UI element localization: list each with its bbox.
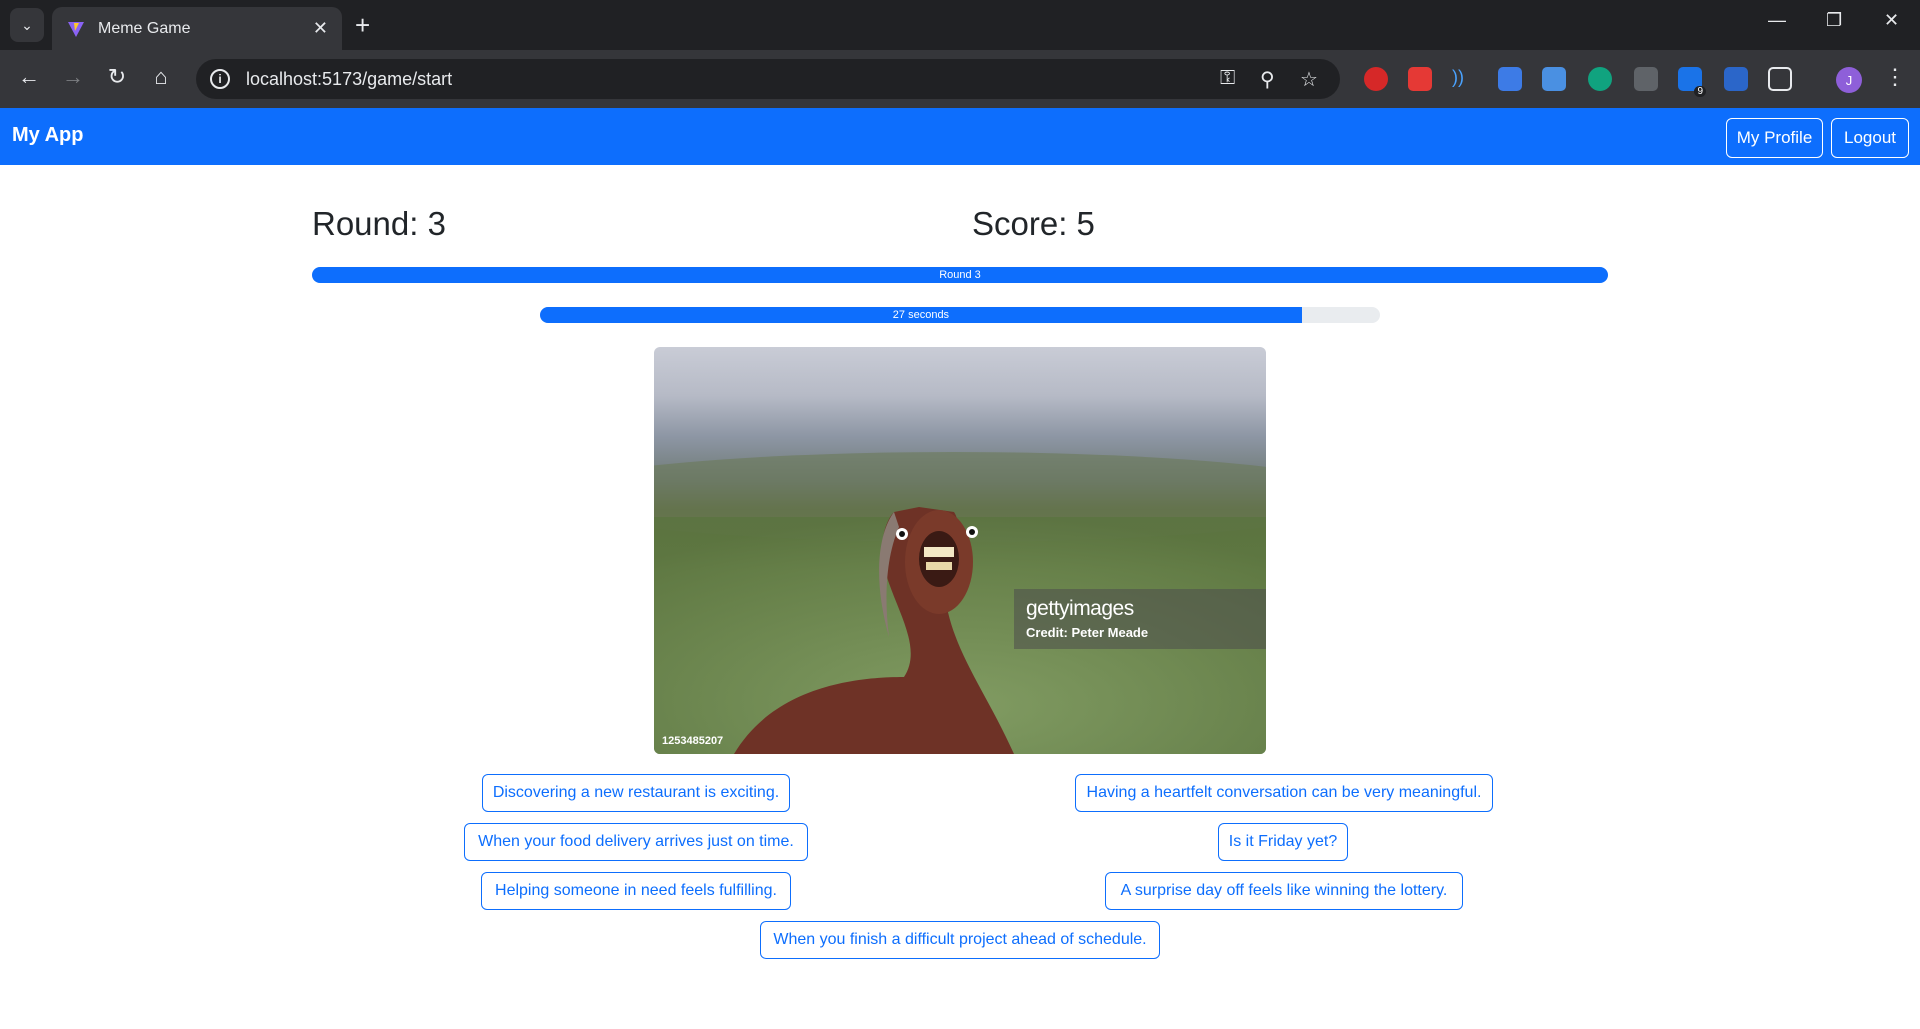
vite-favicon-icon <box>68 21 84 37</box>
upload-extension-icon[interactable] <box>1724 67 1748 91</box>
chevron-down-icon: ⌄ <box>21 16 33 33</box>
browser-tab[interactable]: Meme Game ✕ <box>52 7 342 50</box>
minimize-icon[interactable]: — <box>1768 10 1786 31</box>
puzzle-extensions-icon[interactable] <box>1768 67 1792 91</box>
back-arrow-icon[interactable]: ← <box>14 64 44 90</box>
caption-option-1[interactable]: Discovering a new restaurant is exciting… <box>482 774 790 812</box>
tab-close-icon[interactable]: ✕ <box>313 18 328 39</box>
chatgpt-extension-icon[interactable] <box>1588 67 1612 91</box>
kebab-menu-icon[interactable]: ⋮ <box>1880 64 1910 90</box>
horse-photo <box>654 347 1266 754</box>
badge-extension-icon[interactable]: 9 <box>1678 67 1706 97</box>
window-close-icon[interactable]: ✕ <box>1884 10 1899 31</box>
round-counter: Round: 3 <box>312 205 446 242</box>
caption-option-2[interactable]: Having a heartfelt conversation can be v… <box>1075 774 1493 812</box>
url-text: localhost:5173/game/start <box>246 68 453 89</box>
reload-icon[interactable]: ↻ <box>102 64 132 90</box>
address-bar[interactable]: i localhost:5173/game/start ⚿ ⚲ ☆ <box>196 59 1340 99</box>
brand-title[interactable]: My App <box>12 124 83 147</box>
key-icon[interactable]: ⚿ <box>1220 67 1235 90</box>
bookmark-star-icon[interactable]: ☆ <box>1300 67 1318 92</box>
my-profile-button[interactable]: My Profile <box>1726 118 1823 158</box>
image-number: 1253485207 <box>662 735 724 747</box>
read-aloud-extension-icon[interactable]: )) <box>1452 67 1476 91</box>
youtube-extension-icon[interactable] <box>1408 67 1432 91</box>
browser-tab-strip: ⌄ Meme Game ✕ + — ❐ ✕ <box>0 0 1920 50</box>
screenshot-extension-icon[interactable] <box>1498 67 1522 91</box>
new-tab-icon[interactable]: + <box>355 12 370 38</box>
round-progress-bar: Round 3 <box>312 267 1608 283</box>
tab-title: Meme Game <box>98 19 191 37</box>
logout-button[interactable]: Logout <box>1831 118 1909 158</box>
timer-progress-bar: 27 seconds <box>540 307 1302 323</box>
forward-arrow-icon[interactable]: → <box>58 64 88 90</box>
caption-option-4[interactable]: Is it Friday yet? <box>1218 823 1348 861</box>
caption-option-3[interactable]: When your food delivery arrives just on … <box>464 823 808 861</box>
caption-option-6[interactable]: A surprise day off feels like winning th… <box>1105 872 1463 910</box>
caption-option-7[interactable]: When you finish a difficult project ahea… <box>760 921 1160 959</box>
watermark-brand: gettyimages <box>1026 597 1134 620</box>
adblock-extension-icon[interactable] <box>1364 67 1388 91</box>
caption-option-5[interactable]: Helping someone in need feels fulfilling… <box>481 872 791 910</box>
site-info-icon[interactable]: i <box>210 69 230 89</box>
home-icon[interactable]: ⌂ <box>146 64 176 90</box>
zoom-icon[interactable]: ⚲ <box>1260 67 1275 92</box>
meme-image: gettyimages Credit: Peter Meade 12534852… <box>654 347 1266 754</box>
restore-icon[interactable]: ❐ <box>1826 10 1842 31</box>
tab-search-button[interactable]: ⌄ <box>10 8 44 42</box>
watermark-credit: Credit: Peter Meade <box>1026 625 1149 640</box>
app-navbar: My App My Profile Logout <box>0 108 1920 165</box>
browser-toolbar: ← → ↻ ⌂ i localhost:5173/game/start ⚿ ⚲ … <box>0 50 1920 108</box>
translate-extension-icon[interactable] <box>1542 67 1566 91</box>
extension-badge: 9 <box>1694 86 1706 97</box>
round-progress: Round 3 <box>312 267 1608 283</box>
timer-progress: 27 seconds <box>540 307 1380 323</box>
robot-extension-icon[interactable] <box>1634 67 1658 91</box>
score-counter: Score: 5 <box>972 205 1095 242</box>
profile-avatar[interactable]: J <box>1836 67 1862 93</box>
